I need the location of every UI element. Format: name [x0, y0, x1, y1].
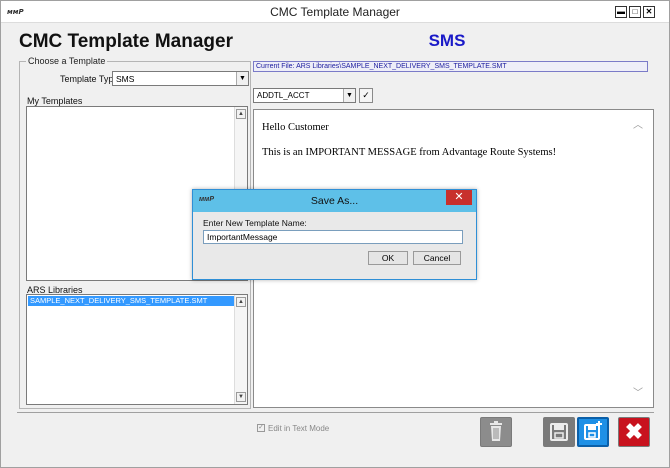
save-as-dialog: ᴍᴍP Save As... ✕ Enter New Template Name… [192, 189, 477, 280]
chevron-down-icon[interactable]: ▼ [236, 72, 248, 85]
divider [17, 412, 654, 413]
ars-libraries-scrollbar[interactable]: ▲ ▼ [234, 295, 247, 404]
my-templates-label: My Templates [27, 96, 83, 106]
scroll-up-icon[interactable]: ▲ [236, 297, 246, 307]
template-name-input[interactable]: ImportantMessage [203, 230, 463, 244]
save-as-icon [584, 421, 602, 440]
minimize-button[interactable]: ▬ [615, 6, 627, 18]
editor-line: This is an IMPORTANT MESSAGE from Advant… [262, 147, 557, 158]
cancel-button[interactable]: Cancel [413, 251, 461, 265]
save-button[interactable] [543, 417, 575, 447]
edit-in-text-mode-label: Edit in Text Mode [268, 424, 330, 433]
dialog-title: Save As... [310, 195, 359, 207]
ok-button[interactable]: OK [368, 251, 408, 265]
save-as-button[interactable] [577, 417, 609, 447]
editor-line: Hello Customer [262, 122, 329, 133]
close-button[interactable]: ✖ [618, 417, 650, 447]
delete-button[interactable] [480, 417, 512, 447]
floppy-icon [550, 423, 568, 441]
list-item[interactable]: SAMPLE_NEXT_DELIVERY_SMS_TEMPLATE.SMT [28, 296, 235, 306]
template-type-value: SMS [116, 74, 135, 84]
edit-in-text-mode-checkbox[interactable]: ✓ [257, 424, 265, 432]
window-close-button[interactable]: ✕ [643, 6, 655, 18]
template-type-label: Template Type [60, 74, 119, 84]
dialog-title-bar: ᴍᴍP Save As... ✕ [193, 190, 476, 212]
scroll-down-icon[interactable]: ﹀ [633, 384, 643, 399]
maximize-button[interactable]: □ [629, 6, 641, 18]
dialog-close-button[interactable]: ✕ [446, 190, 472, 205]
choose-template-legend: Choose a Template [26, 56, 108, 66]
insert-field-button[interactable]: ✓ [359, 88, 373, 103]
title-bar: ᴍᴍP CMC Template Manager ▬ □ ✕ [1, 1, 669, 23]
window-title: CMC Template Manager [270, 5, 400, 19]
template-name-label: Enter New Template Name: [203, 218, 307, 228]
merge-field-value: ADDTL_ACCT [257, 91, 310, 100]
ars-libraries-list[interactable]: SAMPLE_NEXT_DELIVERY_SMS_TEMPLATE.SMT ▲ … [26, 294, 248, 405]
template-type-select[interactable]: SMS ▼ [112, 71, 249, 86]
merge-field-select[interactable]: ADDTL_ACCT ▼ [253, 88, 356, 103]
page-title: CMC Template Manager [19, 31, 233, 52]
scroll-down-icon[interactable]: ▼ [236, 392, 246, 402]
scroll-up-icon[interactable]: ▲ [236, 109, 246, 119]
chevron-down-icon[interactable]: ▼ [343, 89, 355, 102]
mode-label: SMS [428, 31, 466, 50]
scroll-up-icon[interactable]: ︿ [633, 116, 643, 131]
trash-icon [490, 421, 502, 441]
current-file-label: Current File: ARS Libraries\SAMPLE_NEXT_… [253, 61, 648, 72]
